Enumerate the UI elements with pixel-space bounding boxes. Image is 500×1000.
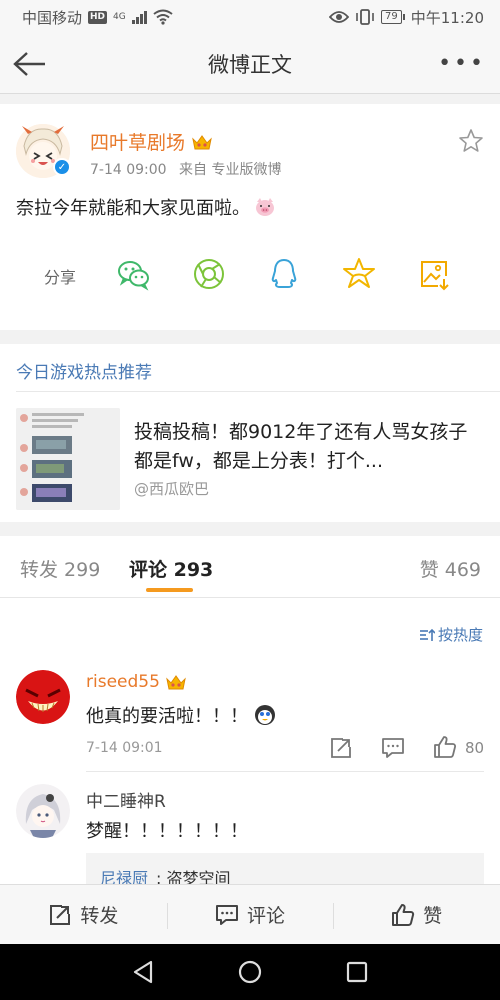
comment-label[interactable]: 评论 <box>247 901 285 928</box>
active-tab-indicator <box>146 588 193 592</box>
vibrate-icon <box>356 9 374 25</box>
pig-emoji-icon <box>256 198 274 216</box>
comment-time: 7-14 09:01 <box>86 740 163 756</box>
favorite-star-icon[interactable] <box>458 128 484 154</box>
carrier-label: 中国移动 <box>22 8 83 27</box>
like-button[interactable]: 赞 <box>333 885 500 944</box>
comment-author-name[interactable]: riseed55 <box>86 672 160 692</box>
battery-icon: 79 <box>381 10 405 24</box>
divider <box>16 391 500 392</box>
status-left: 中国移动 HD 4G <box>22 7 173 28</box>
share-row: 分享 <box>0 254 500 294</box>
status-right: 79 中午11:20 <box>329 7 484 28</box>
post-source: 来自 专业版微博 <box>179 162 282 178</box>
comment-avatar[interactable] <box>16 784 70 838</box>
post-card: ✓ 四叶草剧场 7-14 09:00 来自 专业版微博 奈拉今年就能和大家见面啦… <box>0 104 500 330</box>
repost-icon <box>50 904 71 925</box>
comment-list: 按热度 riseed55 他真的要活啦！！！ 7-14 09:01 80 中二睡… <box>0 598 500 884</box>
wifi-icon <box>153 9 173 25</box>
comment-author[interactable]: riseed55 <box>86 672 187 692</box>
system-nav-bar <box>0 944 500 1000</box>
triangle-back-icon <box>134 960 153 984</box>
hd-badge: HD <box>88 10 108 24</box>
repost-button[interactable]: 转发 <box>0 885 167 944</box>
nav-recents-button[interactable] <box>342 957 372 987</box>
reply-preview[interactable]: 尼禄厨_: 盗梦空间 <box>86 853 484 884</box>
verified-badge-icon: ✓ <box>53 158 71 176</box>
tab-repost[interactable]: 转发 299 <box>20 555 100 582</box>
hot-headline[interactable]: 投稿投稿！都9012年了还有人骂女孩子都是fw，都是上分表！打个... <box>134 418 484 476</box>
comment-button[interactable]: 评论 <box>166 885 334 944</box>
hot-thumbnail[interactable] <box>16 408 120 510</box>
circle-home-icon <box>238 960 262 984</box>
vip-crown-icon <box>192 134 212 149</box>
back-button[interactable] <box>12 48 48 80</box>
eye-icon <box>329 11 350 23</box>
comment-author-name[interactable]: 中二睡神R <box>86 787 166 812</box>
like-icon[interactable] <box>433 735 457 759</box>
share-label: 分享 <box>44 268 77 287</box>
save-image-icon[interactable] <box>416 256 452 292</box>
wechat-icon[interactable] <box>116 256 152 292</box>
moments-icon[interactable] <box>191 256 227 292</box>
sort-button[interactable]: 按热度 <box>419 624 483 645</box>
sort-label[interactable]: 按热度 <box>438 624 483 645</box>
repost-label[interactable]: 转发 <box>80 901 118 928</box>
post-text: 奈拉今年就能和大家见面啦。 <box>16 198 250 219</box>
sort-icon <box>419 628 435 641</box>
nav-home-button[interactable] <box>235 957 265 987</box>
reply-author[interactable]: 尼禄厨 <box>100 869 148 884</box>
tab-like[interactable]: 赞 469 <box>420 555 481 582</box>
post-content: 奈拉今年就能和大家见面啦。 <box>16 194 276 220</box>
square-recents-icon <box>346 961 367 983</box>
page-title: 微博正文 <box>208 52 292 77</box>
repost-icon[interactable] <box>329 736 353 760</box>
post-date: 7-14 09:00 <box>90 162 167 178</box>
like-label[interactable]: 赞 <box>423 901 442 928</box>
reply-icon[interactable] <box>381 736 405 760</box>
reply-text: _: 盗梦空间 <box>148 869 231 884</box>
comment-avatar-image <box>16 670 70 724</box>
status-bar: 中国移动 HD 4G 79 中午11:20 <box>0 0 500 34</box>
hot-thumbnail-image <box>16 408 120 510</box>
qzone-icon[interactable] <box>341 256 377 292</box>
top-nav: 微博正文 ••• <box>0 34 500 94</box>
bottom-action-bar: 转发 评论 赞 <box>0 884 500 944</box>
tab-comment[interactable]: 评论 293 <box>129 555 213 582</box>
qq-icon[interactable] <box>266 256 302 292</box>
comment-text: 他真的要活啦！！！ <box>86 706 248 727</box>
page: 中国移动 HD 4G 79 中午11:20 微博正文 ••• ✓ 四叶草剧场 7… <box>0 0 500 1000</box>
divider <box>86 771 484 772</box>
nav-back-button[interactable] <box>128 957 158 987</box>
comment-text: 梦醒！！！！！！！ <box>86 821 248 842</box>
signal-icon <box>131 10 147 24</box>
post-meta: 7-14 09:00 来自 专业版微博 <box>90 159 289 179</box>
more-options-button[interactable]: ••• <box>438 53 486 75</box>
hot-source: @西瓜欧巴 <box>134 480 210 498</box>
hot-section-title[interactable]: 今日游戏热点推荐 <box>16 358 152 383</box>
clock: 中午11:20 <box>410 8 484 27</box>
back-arrow-icon <box>13 52 45 76</box>
author-name-row[interactable]: 四叶草剧场 <box>90 128 213 155</box>
like-icon <box>392 903 415 926</box>
author-name[interactable]: 四叶草剧场 <box>90 128 185 155</box>
hot-recommendation-card[interactable]: 今日游戏热点推荐 投稿投稿！都9012年了还有人骂女孩子都是fw，都是上分表！打… <box>0 344 500 522</box>
comment-avatar-image <box>16 784 70 838</box>
penguin-emoji-icon <box>255 705 275 725</box>
vip-crown-icon <box>166 675 186 690</box>
comment-text-row: 梦醒！！！！！！！ <box>86 817 248 843</box>
comment-avatar[interactable] <box>16 670 70 724</box>
comment-author[interactable]: 中二睡神R <box>86 787 166 812</box>
post-tabs: 转发 299 评论 293 赞 469 <box>0 536 500 598</box>
comment-text-row: 他真的要活啦！！！ <box>86 702 276 728</box>
network-type: 4G <box>113 12 126 22</box>
comment-like-count: 80 <box>465 739 485 757</box>
battery-level: 79 <box>381 10 402 24</box>
comment-icon <box>216 904 238 925</box>
